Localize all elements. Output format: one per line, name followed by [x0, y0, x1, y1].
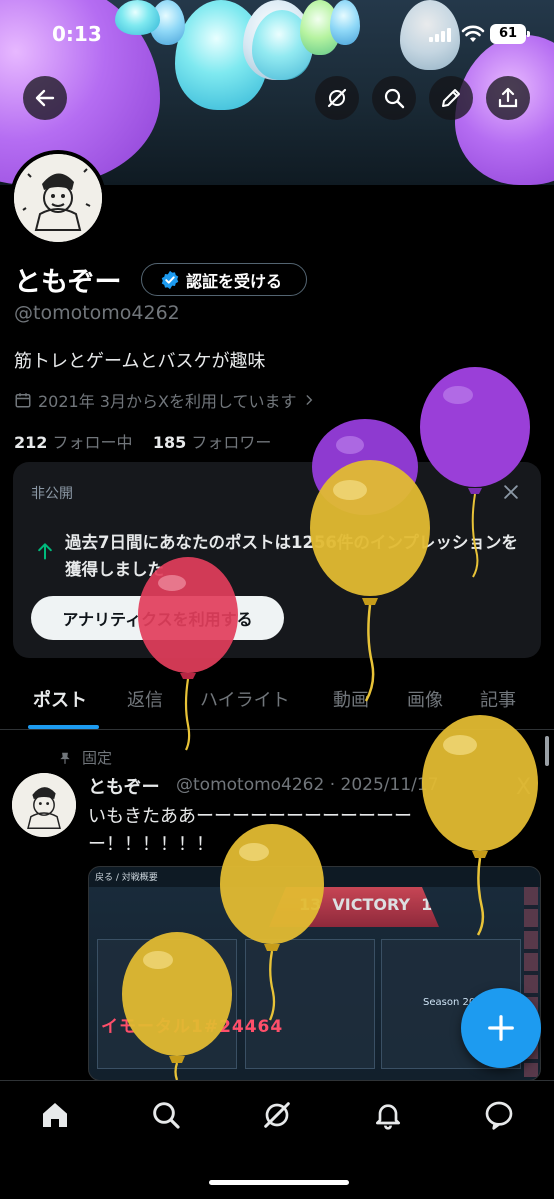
active-tab-indicator	[28, 725, 99, 729]
status-time: 0:13	[52, 22, 102, 46]
joined-date-text: 2021年 3月からXを利用しています	[38, 392, 297, 411]
following-count: 212	[14, 433, 48, 452]
avatar-sketch-icon	[14, 154, 102, 242]
get-verified-button[interactable]: 認証を受ける	[141, 263, 307, 296]
share-button[interactable]	[486, 76, 530, 120]
messages-icon[interactable]	[483, 1099, 515, 1131]
post-meta: @tomotomo4262 · 2025/11/17	[176, 775, 439, 795]
notifications-bell-icon[interactable]	[372, 1099, 404, 1131]
private-label: 非公開	[31, 486, 73, 502]
joined-date[interactable]: 2021年 3月からXを利用しています	[14, 388, 316, 412]
post-author-name[interactable]: ともぞー	[88, 773, 160, 799]
battery-indicator: 61	[490, 24, 530, 44]
compose-post-button[interactable]	[461, 988, 541, 1068]
verified-badge-icon	[161, 270, 179, 289]
profile-avatar[interactable]	[10, 150, 106, 246]
balloon-yellow	[122, 932, 232, 1080]
scrollbar[interactable]	[545, 736, 549, 766]
home-indicator	[209, 1180, 349, 1185]
balloon-yellow	[310, 460, 430, 702]
edit-profile-button[interactable]	[429, 76, 473, 120]
pinned-label: 固定	[82, 749, 113, 767]
share-icon	[498, 87, 518, 108]
balloon-red	[138, 557, 238, 751]
pin-icon	[60, 752, 70, 764]
get-verified-label: 認証を受ける	[186, 271, 283, 291]
wifi-icon	[461, 25, 485, 42]
media-top-left-text: 戻る / 対戦概要	[95, 873, 158, 883]
victory-text: VICTORY	[332, 895, 411, 914]
home-icon[interactable]	[39, 1099, 71, 1131]
arrow-up-icon	[38, 543, 52, 560]
calendar-icon	[15, 393, 31, 408]
status-bar: 0:13 61	[0, 0, 554, 70]
profile-bio: 筋トレとゲームとバスケが趣味	[14, 351, 266, 372]
grok-button[interactable]	[315, 76, 359, 120]
chevron-right-icon	[307, 395, 313, 405]
follow-stats: 212 フォロー中 185 フォロワー	[14, 429, 271, 453]
grok-icon[interactable]	[261, 1099, 293, 1131]
balloon-purple	[420, 367, 530, 578]
display-name: ともぞー	[14, 267, 122, 298]
pinned-indicator: 固定	[58, 747, 112, 768]
arrow-left-icon	[35, 89, 55, 107]
followers-count: 185	[152, 433, 187, 452]
followers-link[interactable]: 185 フォロワー	[153, 433, 272, 452]
balloon-yellow	[422, 715, 538, 936]
followers-label: フォロワー	[191, 433, 272, 452]
back-button[interactable]	[23, 76, 67, 120]
post-avatar[interactable]	[12, 773, 76, 837]
search-button[interactable]	[372, 76, 416, 120]
plus-icon	[488, 1015, 514, 1041]
following-link[interactable]: 212 フォロー中	[14, 433, 133, 452]
tab-posts[interactable]: ポスト	[33, 686, 87, 712]
search-icon	[384, 88, 405, 109]
pencil-icon	[442, 89, 460, 107]
grok-icon	[327, 88, 347, 108]
avatar-sketch-icon	[12, 773, 76, 837]
following-label: フォロー中	[52, 433, 133, 452]
cellular-signal-icon	[429, 28, 451, 42]
user-handle: @tomotomo4262	[14, 302, 180, 324]
tab-articles[interactable]: 記事	[480, 686, 516, 712]
balloon-yellow	[220, 824, 324, 1021]
search-icon[interactable]	[150, 1099, 182, 1131]
